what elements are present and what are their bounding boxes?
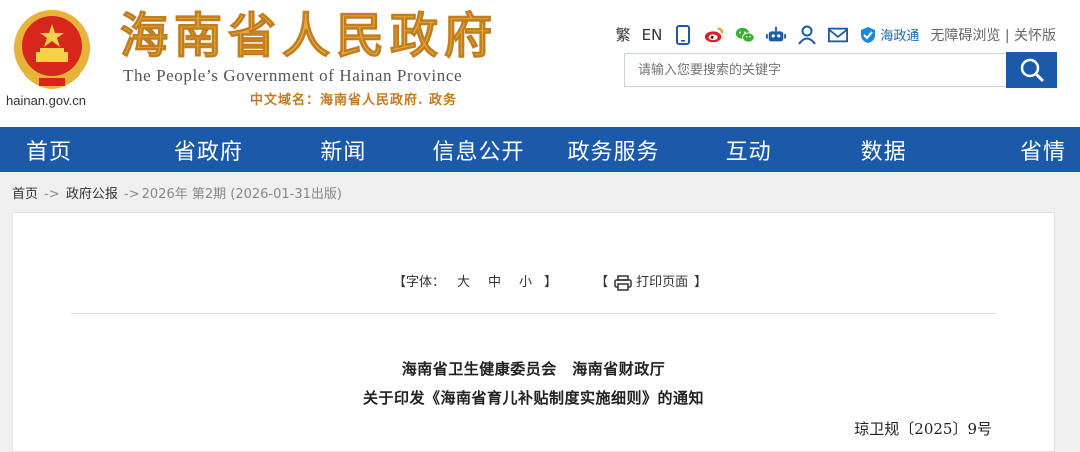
haizhengtong-icon — [861, 26, 876, 43]
toolbar-divider: | — [1004, 27, 1010, 44]
document-number: 琼卫规〔2025〕9号 — [854, 420, 992, 438]
print-page-label: 打印页面 — [636, 275, 689, 290]
print-bracket-open: 【 — [595, 275, 609, 291]
mail-icon[interactable] — [828, 25, 849, 45]
nav-item-news[interactable]: 新闻 — [276, 127, 411, 172]
document-issuer: 海南省卫生健康委员会 海南省财政厅 — [401, 360, 666, 378]
search-icon — [1020, 58, 1044, 83]
breadcrumb-home-link[interactable]: 首页 — [12, 187, 38, 202]
font-size-label: 【字体： — [393, 275, 446, 291]
nav-item-province-government[interactable]: 省政府 — [141, 127, 276, 172]
weibo-icon[interactable] — [704, 25, 724, 45]
font-size-medium-button[interactable]: 中 — [488, 271, 501, 290]
search-bar — [624, 52, 1057, 89]
site-title-en: The People’s Government of Hainan Provin… — [123, 66, 463, 85]
breadcrumb-current: 2026年 第2期 (2026-01-31出版) — [141, 187, 342, 202]
wechat-icon[interactable] — [735, 25, 755, 45]
font-size-bracket-close: 】 — [544, 275, 558, 291]
nav-item-information-disclosure[interactable]: 信息公开 — [411, 127, 546, 172]
print-bracket-close: 】 — [694, 275, 708, 291]
site-domain: hainan.gov.cn — [6, 93, 86, 108]
english-link[interactable]: EN — [642, 26, 663, 44]
haizhengtong-link[interactable]: 海政通 — [859, 25, 919, 44]
nav-item-home[interactable]: 首页 — [0, 127, 141, 172]
breadcrumb-separator: -> — [124, 187, 140, 202]
traditional-chinese-link[interactable]: 繁 — [616, 24, 631, 45]
document-title: 关于印发《海南省育儿补贴制度实施细则》的通知 — [362, 389, 704, 407]
search-button[interactable] — [1006, 52, 1057, 88]
national-emblem-icon — [14, 10, 90, 89]
breadcrumb-separator: -> — [44, 187, 60, 202]
chinese-domain-label: 中文域名：海南省人民政府. 政务 — [250, 93, 458, 108]
haizhengtong-label: 海政通 — [880, 29, 920, 44]
mobile-icon[interactable] — [673, 24, 693, 45]
printer-icon — [614, 274, 632, 291]
main-nav: 首页 省政府 新闻 信息公开 政务服务 互动 数据 省情 — [0, 127, 1080, 172]
site-header: hainan.gov.cn 海南省人民政府 The People’s Gover… — [0, 0, 1080, 127]
accessibility-link[interactable]: 无障碍浏览 | 关怀版 — [930, 25, 1056, 45]
search-input[interactable] — [624, 53, 1006, 87]
font-size-large-button[interactable]: 大 — [457, 271, 470, 290]
user-icon[interactable] — [797, 25, 817, 45]
nav-item-interaction[interactable]: 互动 — [681, 127, 816, 172]
article-panel: 【字体： 大 中 小 】 【 打印页面 】 海南省卫生健康委员会 海南省财政厅 … — [12, 212, 1055, 452]
robot-icon[interactable] — [766, 25, 787, 45]
breadcrumb-section-link[interactable]: 政府公报 — [66, 187, 118, 202]
divider — [71, 313, 996, 314]
header-toolbar: 繁 EN 海政通 无障碍浏览 | 关怀版 — [616, 24, 1056, 45]
nav-item-government-services[interactable]: 政务服务 — [546, 127, 681, 172]
nav-item-data[interactable]: 数据 — [816, 127, 951, 172]
article-tools: 【字体： 大 中 小 】 【 打印页面 】 — [393, 271, 707, 291]
breadcrumb: 首页 -> 政府公报 -> 2026年 第2期 (2026-01-31出版) — [12, 183, 342, 202]
accessibility-label: 无障碍浏览 — [930, 27, 1001, 44]
print-page-button[interactable]: 打印页面 — [614, 271, 688, 291]
site-title[interactable]: 海南省人民政府 — [119, 8, 498, 65]
font-size-small-button[interactable]: 小 — [519, 271, 532, 290]
elder-mode-link[interactable]: 关怀版 — [1014, 28, 1056, 44]
nav-item-province-overview[interactable]: 省情 — [951, 127, 1080, 172]
